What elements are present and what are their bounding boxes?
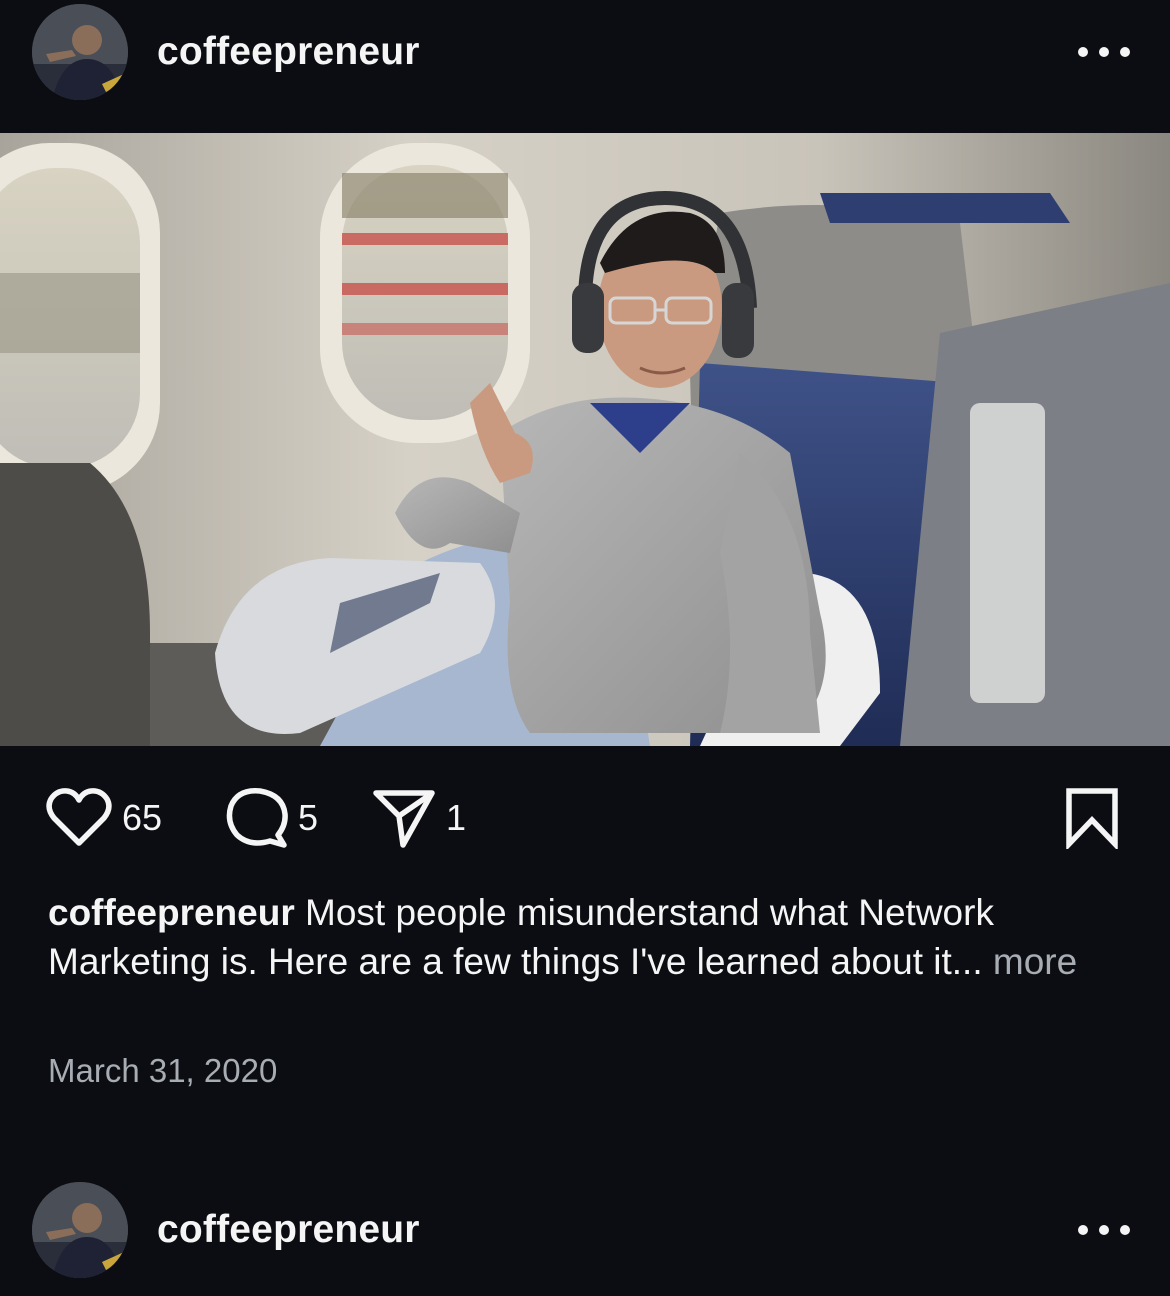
bookmark-icon [1066, 788, 1118, 849]
comment-count: 5 [298, 797, 319, 838]
save-button[interactable] [1064, 780, 1120, 856]
more-options-icon[interactable] [1078, 45, 1130, 59]
paper-plane-icon [373, 790, 435, 848]
post-header: coffeepreneur [0, 0, 1170, 104]
post-username[interactable]: coffeepreneur [157, 30, 420, 74]
post-photo[interactable] [0, 133, 1170, 746]
post-date: March 31, 2020 [48, 1052, 278, 1089]
caption-more-link[interactable]: more [993, 941, 1077, 982]
post-caption: coffeepreneur Most people misunderstand … [48, 888, 1128, 986]
caption-username[interactable]: coffeepreneur [48, 892, 295, 933]
comment-bubble-icon [226, 788, 288, 848]
like-button[interactable]: 65 [46, 780, 162, 856]
share-count: 1 [446, 797, 467, 838]
share-button[interactable]: 1 [372, 780, 466, 856]
avatar[interactable] [32, 1182, 128, 1278]
next-post-username[interactable]: coffeepreneur [157, 1208, 420, 1252]
next-post-header: coffeepreneur [0, 1178, 1170, 1282]
like-count: 65 [122, 797, 163, 838]
more-options-icon[interactable] [1078, 1223, 1130, 1237]
action-bar: 65 5 1 [0, 780, 1170, 856]
avatar[interactable] [32, 4, 128, 100]
comment-button[interactable]: 5 [226, 780, 318, 856]
heart-icon [46, 788, 112, 846]
